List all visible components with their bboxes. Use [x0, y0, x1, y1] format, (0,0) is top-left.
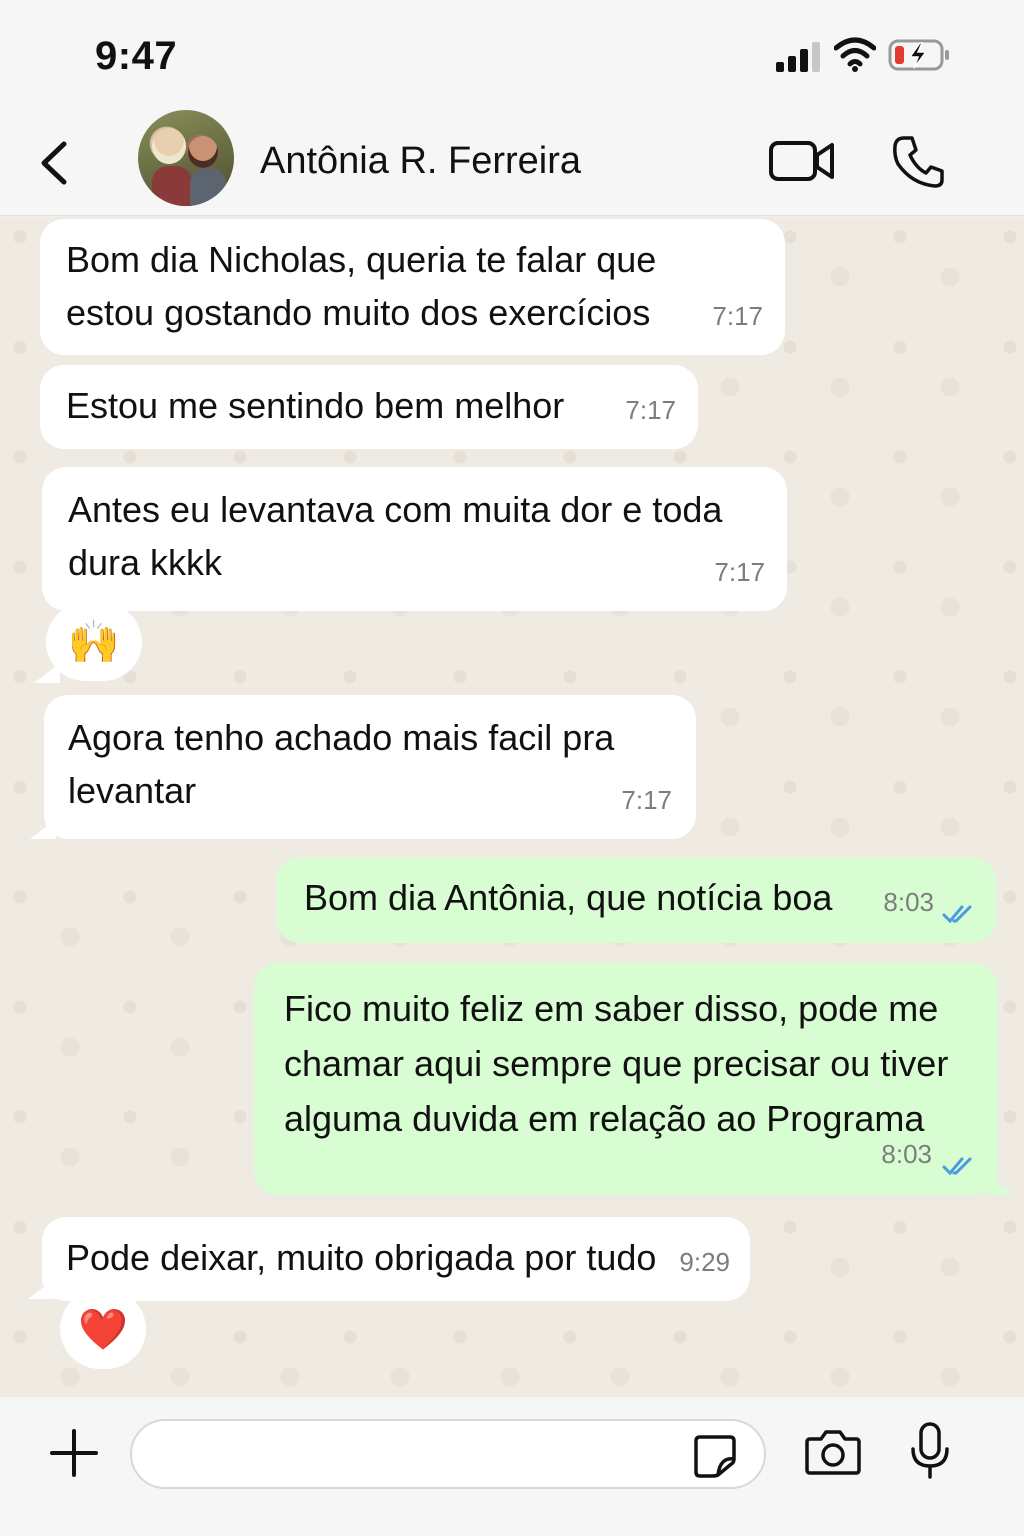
incoming-message[interactable]: Bom dia Nicholas, queria te falar que es… — [40, 219, 785, 355]
signal-icon — [776, 42, 820, 72]
message-time: 7:17 — [712, 301, 763, 331]
chat-header: Antônia R. Ferreira — [0, 110, 1024, 216]
read-receipt-icon — [942, 905, 972, 924]
whatsapp-chat-screen: 9:47 Antônia R. Ferreira Bom dia Nichola… — [0, 0, 1024, 1536]
incoming-message[interactable]: Agora tenho achado mais facil pra levant… — [44, 695, 696, 839]
raised-hands-emoji: 🙌 — [67, 617, 121, 665]
plus-icon[interactable] — [48, 1427, 100, 1479]
heart-emoji: ❤️ — [78, 1307, 128, 1352]
message-time: 7:17 — [714, 557, 765, 587]
microphone-icon[interactable] — [908, 1421, 952, 1481]
phone-icon[interactable] — [892, 134, 944, 190]
message-time: 9:29 — [679, 1247, 730, 1277]
message-text-line: Agora tenho achado mais facil pra — [68, 717, 615, 758]
message-list[interactable]: Bom dia Nicholas, queria te falar que es… — [0, 217, 1024, 1397]
video-call-icon[interactable] — [768, 136, 836, 186]
read-receipt-icon — [942, 1157, 972, 1176]
sticker-icon[interactable] — [692, 1433, 738, 1479]
message-text-line: Bom dia Antônia, que notícia boa — [304, 877, 833, 918]
reaction-badge[interactable]: 🙌 — [46, 603, 142, 681]
wifi-icon — [834, 37, 876, 72]
chevron-left-icon[interactable] — [34, 138, 74, 188]
message-text-line: Antes eu levantava com muita dor e toda — [68, 489, 723, 530]
message-text-line: chamar aqui sempre que precisar ou tiver — [284, 1043, 949, 1084]
message-input[interactable] — [130, 1419, 766, 1489]
reaction-badge[interactable]: ❤️ — [60, 1289, 146, 1369]
incoming-message[interactable]: Antes eu levantava com muita dor e toda … — [42, 467, 787, 611]
outgoing-message[interactable]: Fico muito feliz em saber disso, pode me… — [254, 963, 998, 1195]
composer-bar — [0, 1397, 1024, 1536]
message-time: 8:03 — [883, 887, 934, 917]
incoming-message[interactable]: Pode deixar, muito obrigada por tudo 9:2… — [42, 1217, 750, 1301]
outgoing-message[interactable]: Bom dia Antônia, que notícia boa 8:03 — [276, 857, 996, 943]
message-time: 8:03 — [881, 1139, 932, 1169]
contact-name[interactable]: Antônia R. Ferreira — [260, 140, 581, 183]
status-bar: 9:47 — [0, 0, 1024, 110]
message-text-line: estou gostando muito dos exercícios — [66, 292, 651, 333]
battery-charging-icon — [888, 39, 949, 71]
message-text-line: dura kkkk — [68, 542, 223, 583]
message-text-line: Estou me sentindo bem melhor — [66, 385, 565, 426]
message-time: 7:17 — [621, 785, 672, 815]
camera-icon[interactable] — [804, 1427, 862, 1477]
message-text-line: Pode deixar, muito obrigada por tudo — [66, 1237, 657, 1278]
incoming-message[interactable]: Estou me sentindo bem melhor 7:17 — [40, 365, 698, 449]
message-text-line: levantar — [68, 770, 197, 811]
message-text-line: Fico muito feliz em saber disso, pode me — [284, 988, 939, 1029]
message-time: 7:17 — [625, 395, 676, 425]
status-time: 9:47 — [95, 34, 178, 78]
contact-avatar[interactable] — [138, 110, 234, 206]
message-text-line: alguma duvida em relação ao Programa — [284, 1098, 925, 1139]
message-text-line: Bom dia Nicholas, queria te falar que — [66, 239, 657, 280]
